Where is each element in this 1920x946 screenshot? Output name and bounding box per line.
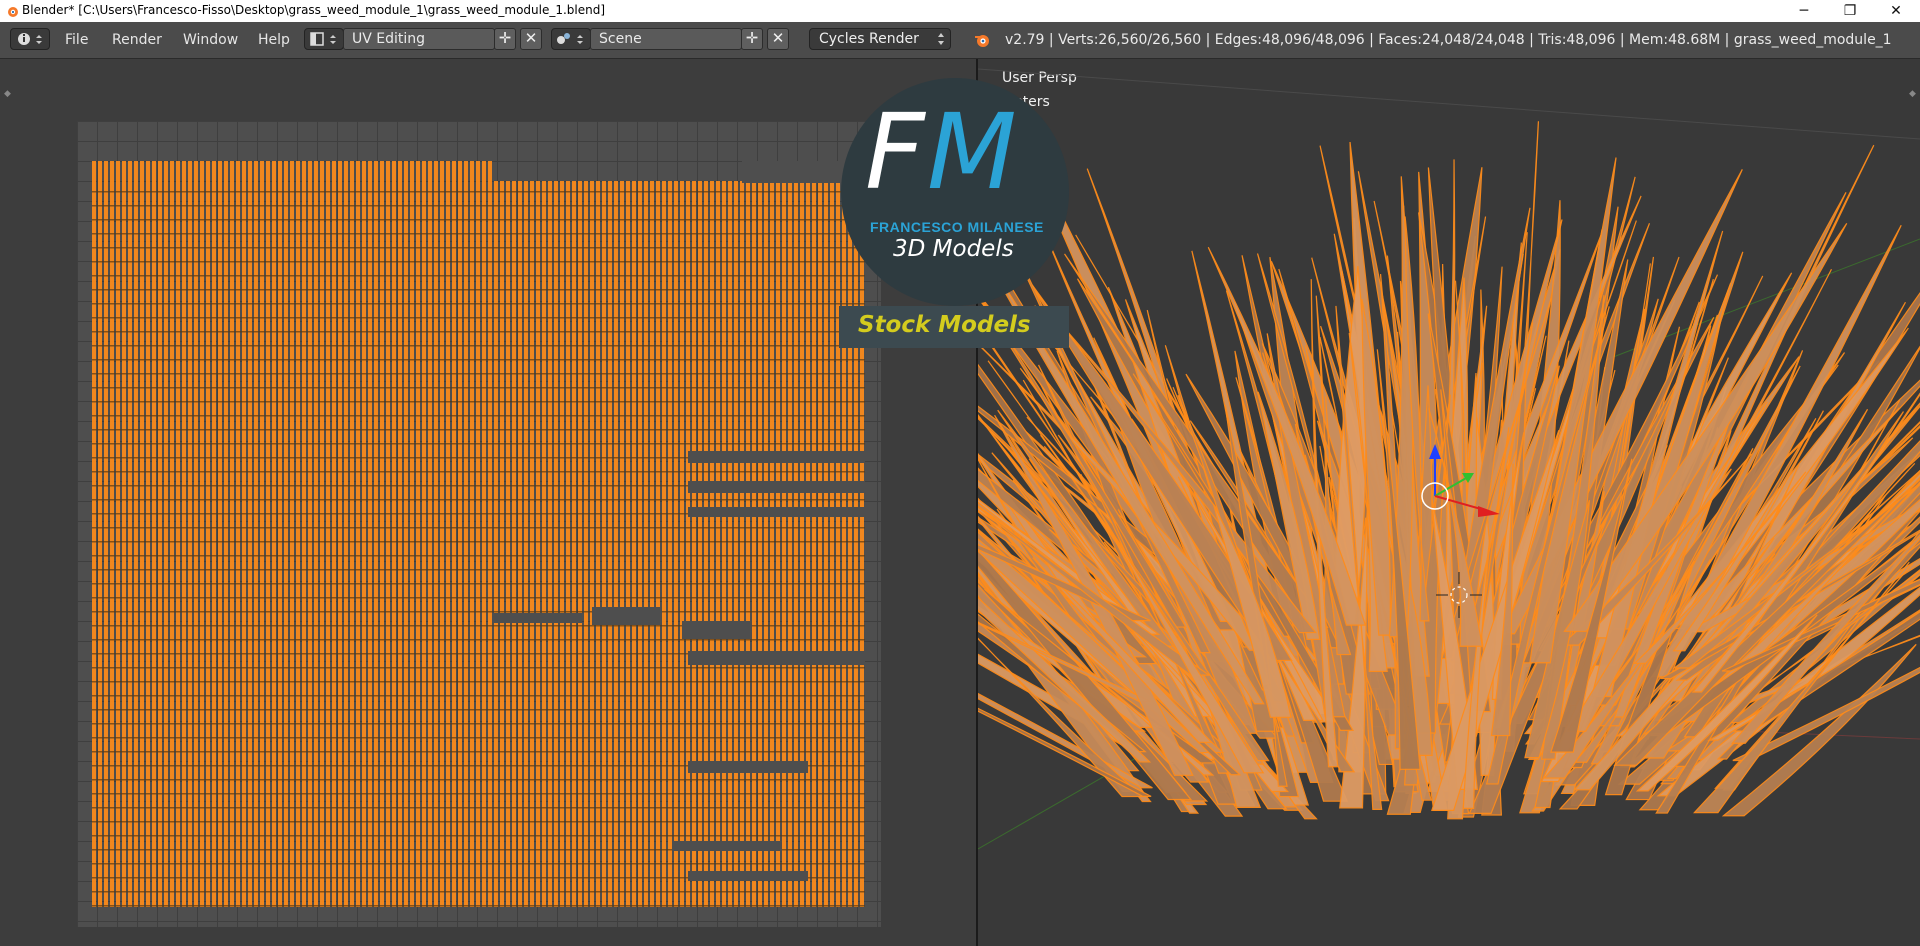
maximize-button[interactable]: ❐ [1827,0,1873,22]
3d-viewport[interactable]: ◆ User Persp Meters [978,59,1920,946]
screen-layout-browse-button[interactable] [304,28,344,50]
uv-islands[interactable] [92,151,865,917]
logo-tagline: 3D Models [893,236,1014,262]
layout-icon [310,32,336,46]
menu-help[interactable]: Help [258,32,290,48]
info-header: File Render Window Help UV Editing ✛ ✕ S… [0,22,1920,59]
logo-name: FRANCESCO MILANESE [870,219,1044,235]
add-scene-button[interactable]: ✛ [741,28,763,50]
scene-statistics: v2.79 | Verts:26,560/26,560 | Edges:48,0… [1005,32,1892,48]
scene-icon [557,33,583,44]
delete-layout-button[interactable]: ✕ [520,28,542,50]
menu-window[interactable]: Window [183,32,238,48]
close-button[interactable]: ✕ [1873,0,1919,22]
add-layout-button[interactable]: ✛ [494,28,516,50]
scene-field[interactable]: Scene [590,28,742,50]
grass-mesh-view[interactable] [978,59,1920,946]
grass-weed-mesh [978,119,1920,820]
logo-banner-text: Stock Models [858,312,1031,338]
logo-circle: F M FRANCESCO MILANESE 3D Models [841,78,1069,306]
minimize-button[interactable]: ─ [1781,0,1827,22]
blender-logo-icon [975,35,989,47]
uv-image-editor[interactable]: ◆ [0,59,976,946]
watermark-logo: F M FRANCESCO MILANESE 3D Models Stock M… [839,78,1071,348]
scene-browse-button[interactable] [551,28,591,50]
delete-scene-button[interactable]: ✕ [767,28,789,50]
window-title-bar: Blender* [C:\Users\Francesco-Fisso\Deskt… [0,0,1920,22]
screen-layout-field[interactable]: UV Editing [343,28,495,50]
logo-banner: Stock Models [839,306,1069,348]
render-engine-dropdown[interactable]: Cycles Render [809,28,951,50]
menu-file[interactable]: File [65,32,88,48]
menu-render[interactable]: Render [112,32,162,48]
chevron-updown-icon [938,33,944,45]
editor-type-button[interactable] [10,28,50,50]
logo-initial-m: M [927,91,1017,213]
render-engine-label: Cycles Render [819,31,919,47]
info-icon [18,33,42,45]
logo-initial-f: F [865,91,925,213]
region-expand-icon[interactable]: ◆ [4,89,14,99]
window-title: Blender* [C:\Users\Francesco-Fisso\Deskt… [22,3,606,17]
blender-logo-icon [8,7,18,17]
